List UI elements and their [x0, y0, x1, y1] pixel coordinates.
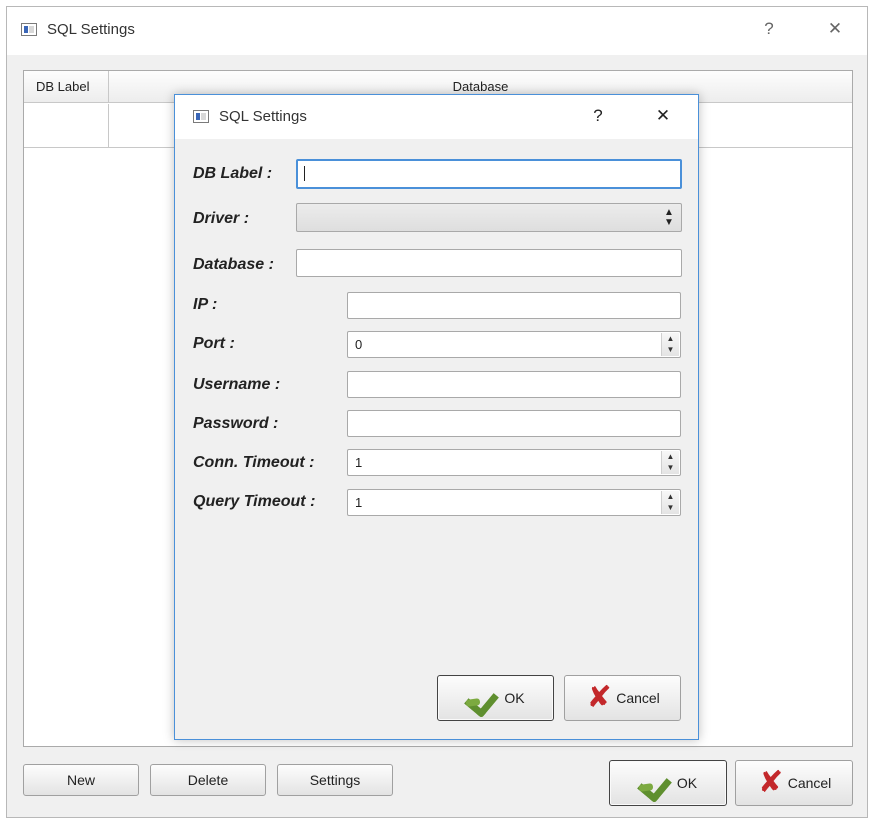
query-timeout-value: 1 [355, 495, 363, 510]
dialog-ok-button[interactable]: OK [437, 675, 554, 721]
username-label: Username : [193, 376, 281, 393]
outer-close-button[interactable]: ✕ [825, 19, 845, 39]
dialog-window-icon [193, 110, 209, 123]
cancel-x-icon: ✘ [758, 765, 784, 800]
outer-help-button[interactable]: ? [759, 19, 779, 39]
dialog-cancel-label: Cancel [616, 690, 660, 706]
dialog-title: SQL Settings [219, 108, 307, 125]
query-timeout-spinbox[interactable]: 1 ▲ ▼ [347, 489, 681, 516]
ok-check-icon [466, 685, 502, 711]
outer-titlebar: SQL Settings ? ✕ [7, 7, 867, 55]
conn-timeout-spinbox[interactable]: 1 ▲ ▼ [347, 449, 681, 476]
database-input[interactable] [296, 249, 682, 277]
outer-window-title: SQL Settings [47, 21, 135, 38]
spin-arrows-icon[interactable]: ▲ ▼ [661, 451, 679, 474]
ip-label: IP : [193, 296, 218, 313]
app-window-icon [21, 23, 37, 36]
dialog-help-button[interactable]: ? [588, 106, 608, 126]
dialog-cancel-button[interactable]: ✘ Cancel [564, 675, 681, 721]
db-label-input[interactable] [296, 159, 682, 189]
port-label: Port : [193, 335, 235, 352]
cancel-x-icon: ✘ [586, 680, 612, 715]
dialog-close-button[interactable]: ✕ [653, 106, 673, 126]
outer-ok-label: OK [676, 775, 698, 791]
spin-arrows-icon[interactable]: ▲ ▼ [661, 333, 679, 356]
spin-arrows-icon[interactable]: ▲ ▼ [661, 491, 679, 514]
dialog-ok-label: OK [504, 690, 525, 706]
outer-cancel-label: Cancel [787, 775, 832, 791]
combo-updown-icon: ▲ ▼ [664, 207, 674, 228]
driver-combobox[interactable]: ▲ ▼ [296, 203, 682, 232]
db-label-label: DB Label : [193, 165, 273, 182]
query-timeout-label: Query Timeout : [193, 493, 316, 510]
delete-button[interactable]: Delete [150, 764, 266, 796]
ok-check-icon [639, 770, 675, 796]
settings-button[interactable]: Settings [277, 764, 393, 796]
new-button[interactable]: New [23, 764, 139, 796]
outer-cancel-button[interactable]: ✘ Cancel [735, 760, 853, 806]
ip-input[interactable] [347, 292, 681, 319]
conn-timeout-value: 1 [355, 455, 363, 470]
database-label: Database : [193, 256, 274, 273]
table-cell[interactable] [24, 104, 109, 148]
username-input[interactable] [347, 371, 681, 398]
password-label: Password : [193, 415, 279, 432]
port-spinbox[interactable]: 0 ▲ ▼ [347, 331, 681, 358]
driver-label: Driver : [193, 210, 250, 227]
dialog-titlebar: SQL Settings ? ✕ [175, 95, 698, 139]
column-header-db-label[interactable]: DB Label [24, 71, 109, 103]
sql-settings-dialog: SQL Settings ? ✕ DB Label : Driver : ▲ ▼ … [174, 94, 699, 740]
password-input[interactable] [347, 410, 681, 437]
outer-ok-button[interactable]: OK [609, 760, 727, 806]
text-caret [304, 166, 305, 181]
conn-timeout-label: Conn. Timeout : [193, 454, 315, 471]
port-value: 0 [355, 337, 363, 352]
